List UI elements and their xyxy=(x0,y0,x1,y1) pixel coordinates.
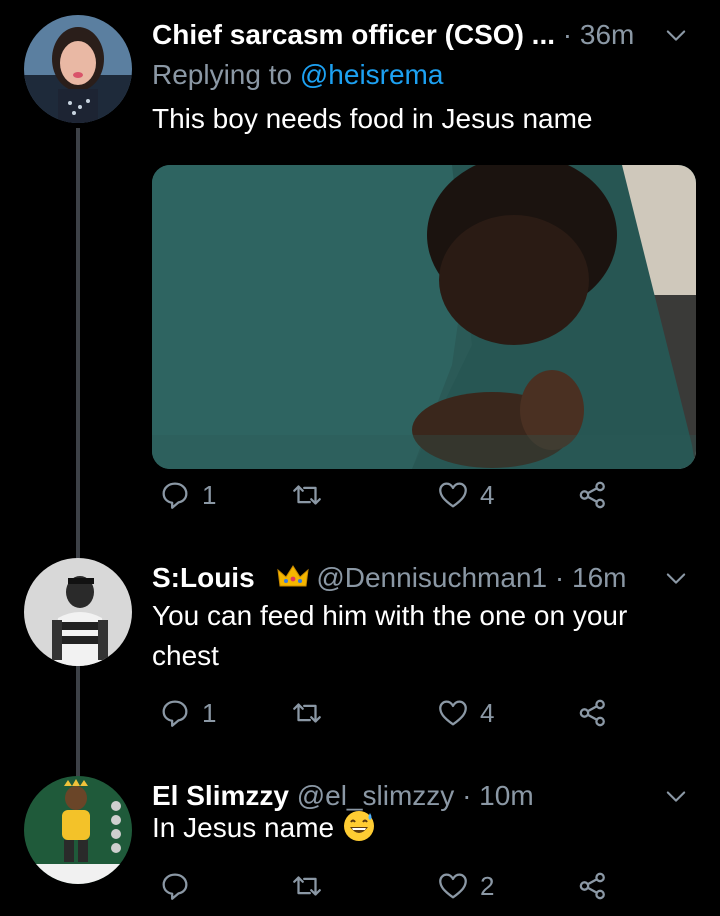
timestamp[interactable]: 16m xyxy=(572,562,626,593)
handle[interactable]: @el_slimzzy xyxy=(297,780,455,811)
reply-icon xyxy=(162,482,188,509)
reply-button[interactable]: 1 xyxy=(158,475,216,515)
tweet-image[interactable] xyxy=(152,165,696,469)
reply-icon xyxy=(162,873,188,900)
chevron-down-icon[interactable] xyxy=(662,782,690,810)
retweet-button[interactable] xyxy=(290,866,324,906)
chevron-down-icon[interactable] xyxy=(662,21,690,49)
retweet-icon xyxy=(293,876,321,896)
display-name[interactable]: El Slimzzy xyxy=(152,780,289,811)
avatar[interactable] xyxy=(24,776,132,884)
chevron-down-icon[interactable] xyxy=(662,564,690,592)
separator: · xyxy=(562,19,573,50)
like-count: 4 xyxy=(480,479,495,510)
grin-sweat-emoji xyxy=(343,811,374,841)
like-button[interactable]: 4 xyxy=(436,693,494,733)
timestamp[interactable]: 10m xyxy=(479,780,533,811)
tweet-text: In Jesus name xyxy=(152,812,335,843)
reply-button[interactable] xyxy=(158,866,192,906)
share-button[interactable] xyxy=(576,866,610,906)
replying-to: Replying to @heisrema xyxy=(152,59,444,90)
like-button[interactable]: 4 xyxy=(436,475,494,515)
avatar[interactable] xyxy=(24,15,132,123)
separator: · xyxy=(462,780,472,811)
display-name[interactable]: S:Louis⠀ xyxy=(152,562,277,593)
crown-emoji xyxy=(276,565,309,587)
retweet-button[interactable] xyxy=(290,693,324,733)
share-icon xyxy=(579,481,605,509)
tweet-text: You can feed him with the one on your ch… xyxy=(152,600,628,671)
retweet-icon xyxy=(293,485,321,505)
tweet-actions: 1 4 xyxy=(150,475,620,515)
reply-count: 1 xyxy=(202,479,217,510)
handle[interactable]: @Dennisuchman1 xyxy=(316,562,547,593)
tweet-text: This boy needs food in Jesus name xyxy=(152,103,593,134)
like-icon xyxy=(439,700,467,726)
avatar[interactable] xyxy=(24,558,132,666)
share-icon xyxy=(579,699,605,727)
like-button[interactable]: 2 xyxy=(436,866,494,906)
tweet-header: Chief sarcasm officer (CSO) ... · 36m xyxy=(152,15,690,55)
separator: · xyxy=(554,562,565,593)
like-icon xyxy=(439,482,467,508)
reply-icon xyxy=(162,700,188,727)
display-name[interactable]: Chief sarcasm officer (CSO) ... xyxy=(152,19,555,50)
share-button[interactable] xyxy=(576,693,610,733)
tweet-1[interactable]: Chief sarcasm officer (CSO) ... · 36m Re… xyxy=(0,15,720,535)
tweet-actions: 2 xyxy=(150,866,620,906)
reply-button[interactable]: 1 xyxy=(158,693,216,733)
tweet-2[interactable]: S:Louis⠀ @Dennisuchman1 · 16m You can fe… xyxy=(0,558,720,748)
retweet-icon xyxy=(293,703,321,723)
like-icon xyxy=(439,873,467,899)
timestamp[interactable]: 36m xyxy=(580,19,634,50)
tweet-header: S:Louis⠀ @Dennisuchman1 · 16m xyxy=(152,558,690,598)
retweet-button[interactable] xyxy=(290,475,324,515)
mention-link[interactable]: @heisrema xyxy=(300,59,444,90)
share-icon xyxy=(579,872,605,900)
like-count: 4 xyxy=(480,697,495,728)
share-button[interactable] xyxy=(576,475,610,515)
reply-count: 1 xyxy=(202,697,217,728)
tweet-text-line: In Jesus name xyxy=(152,808,680,848)
tweet-actions: 1 4 xyxy=(150,693,620,733)
tweet-3[interactable]: El Slimzzy @el_slimzzy · 10m In Jesus na… xyxy=(0,776,720,916)
like-count: 2 xyxy=(480,870,495,901)
